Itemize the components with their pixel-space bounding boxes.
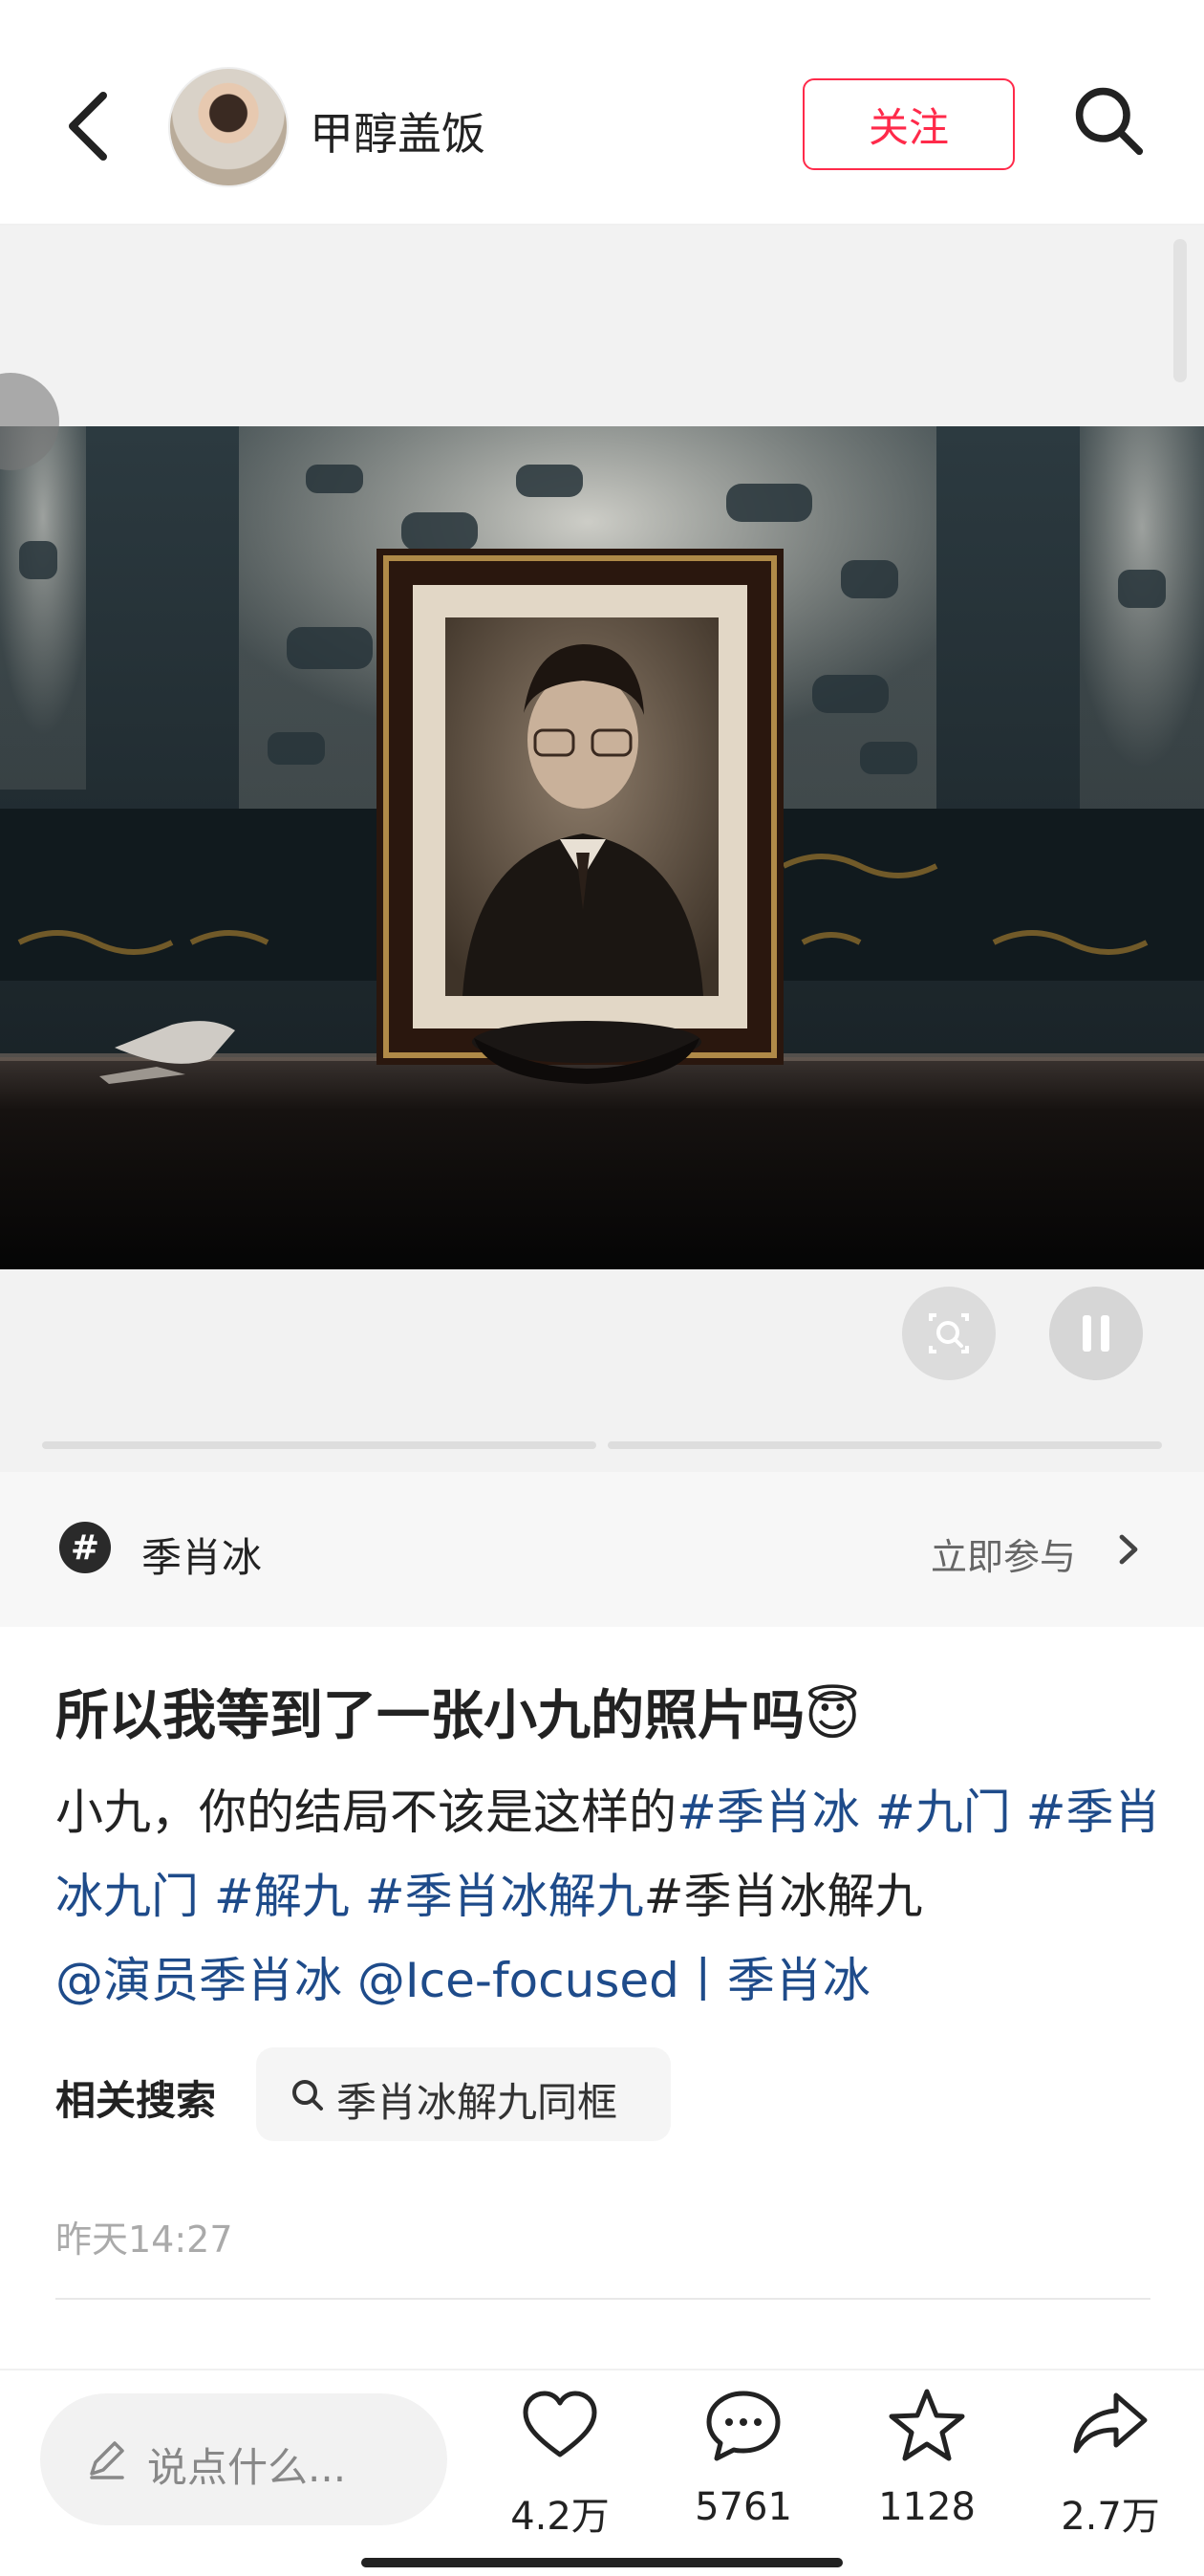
favorite-count[interactable]: 1128 (831, 2485, 1022, 2529)
post-timestamp: 昨天14:27 (55, 2219, 233, 2261)
image-indicator-2[interactable] (608, 1441, 1162, 1449)
share-icon[interactable] (1070, 2386, 1150, 2466)
chevron-left-icon[interactable] (57, 88, 118, 164)
divider (55, 2298, 1150, 2300)
post-body: 小九，你的结局不该是这样的#季肖冰 #九门 #季肖冰九门 #解九 #季肖冰解九#… (55, 1770, 1164, 2023)
mention-link[interactable]: @Ice-focused丨季肖冰 (357, 1953, 871, 2008)
comment-placeholder[interactable]: 说点什么... (147, 2435, 346, 2494)
hashtag-link[interactable]: #九门 (875, 1785, 1011, 1840)
author-name[interactable]: 甲醇盖饭 (310, 99, 485, 162)
pen-icon (90, 2441, 124, 2479)
comment-icon[interactable] (703, 2386, 784, 2466)
image-search-icon (929, 1313, 969, 1353)
scrollbar[interactable] (1173, 239, 1187, 382)
chevron-right-icon[interactable] (1116, 1533, 1143, 1566)
comment-count[interactable]: 5761 (648, 2485, 839, 2529)
hashtag-link[interactable]: #解九 (214, 1869, 350, 1924)
image-search-button[interactable] (902, 1287, 996, 1380)
search-icon[interactable] (1072, 84, 1145, 157)
post-title: 所以我等到了一张小九的照片吗😇 (55, 1685, 861, 1747)
hashtag-icon: # (59, 1522, 111, 1573)
hashtag-link[interactable]: #季肖冰解九 (365, 1869, 644, 1924)
topic-name[interactable]: 季肖冰 (141, 1526, 262, 1584)
plain-tag-text: #季肖冰解九 (643, 1869, 923, 1924)
body-text: 小九，你的结局不该是这样的 (55, 1785, 677, 1840)
follow-button[interactable]: 关注 (803, 78, 1015, 170)
author-avatar[interactable] (168, 67, 289, 187)
image-indicator-1[interactable] (42, 1441, 596, 1449)
related-search-text[interactable]: 季肖冰解九同框 (336, 2070, 617, 2129)
join-topic-link[interactable]: 立即参与 (931, 1527, 1076, 1580)
mention-link[interactable]: @演员季肖冰 (55, 1953, 342, 2008)
video-frame[interactable] (0, 426, 1204, 1269)
star-icon[interactable] (887, 2386, 967, 2466)
search-icon (292, 2080, 323, 2111)
pause-icon (1083, 1315, 1109, 1352)
share-count[interactable]: 2.7万 (1015, 2485, 1204, 2541)
related-search-label: 相关搜索 (55, 2077, 217, 2124)
pause-button[interactable] (1049, 1287, 1143, 1380)
home-indicator[interactable] (361, 2558, 843, 2567)
like-count[interactable]: 4.2万 (464, 2485, 656, 2541)
heart-icon[interactable] (520, 2386, 600, 2466)
hashtag-link[interactable]: #季肖冰 (677, 1785, 860, 1840)
